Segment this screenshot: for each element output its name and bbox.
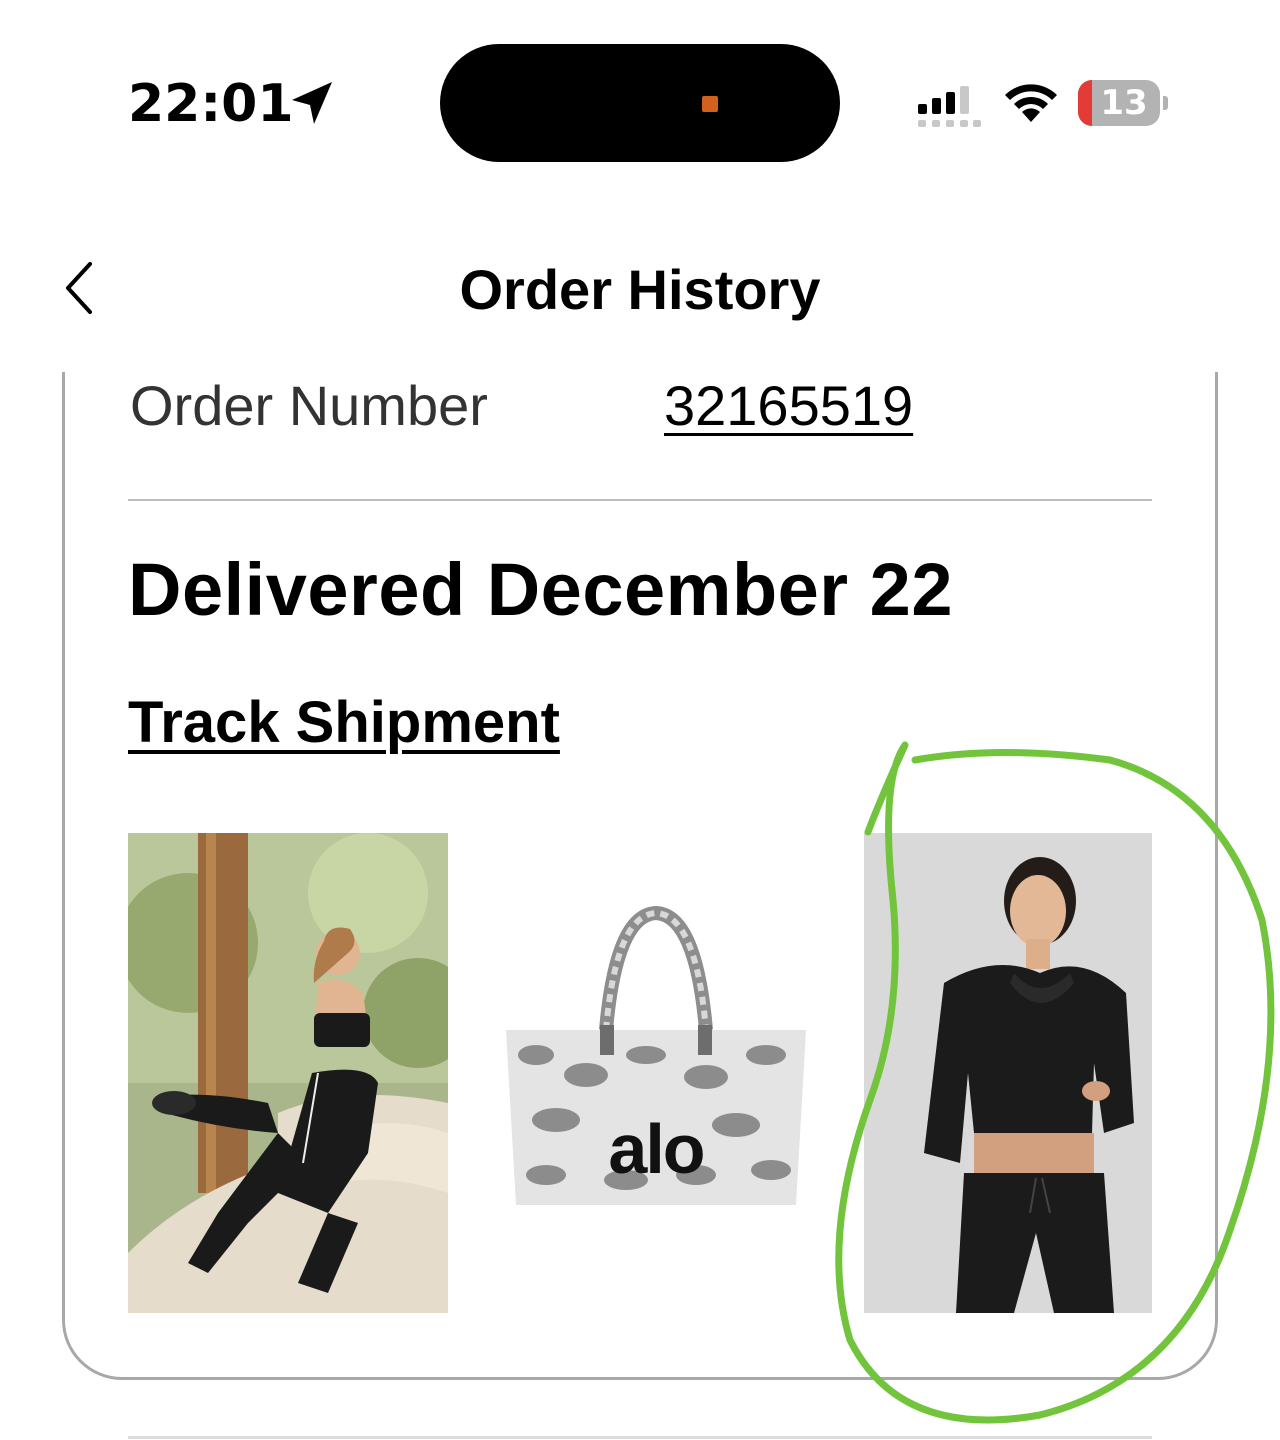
product-image-leggings-bra[interactable] [128,833,448,1313]
product-photo [128,833,448,1313]
cellular-signal-icon [918,86,981,127]
delivery-status: Delivered December 22 [128,548,953,631]
screen: 22:01 13 Order History Order Number 3216… [0,0,1280,1440]
battery-body: 13 [1078,80,1160,126]
battery-icon: 13 [1078,80,1170,128]
track-shipment-link[interactable]: Track Shipment [128,690,560,756]
status-time: 22:01 [128,74,294,134]
divider [128,499,1152,501]
location-arrow-icon [292,82,332,124]
page-title: Order History [459,258,821,321]
product-image-tote-bag[interactable]: alo [496,905,816,1215]
wifi-icon [1005,84,1057,122]
dynamic-island [440,44,840,162]
battery-tip [1163,96,1168,110]
order-number-link[interactable]: 32165519 [664,374,913,438]
bottom-divider [128,1436,1152,1439]
order-number-label: Order Number [130,374,488,437]
tote-logo: alo [608,1110,705,1188]
recording-indicator [702,96,718,112]
battery-percentage: 13 [1100,83,1148,123]
product-photo [864,833,1152,1313]
product-image-cropped-hoodie[interactable] [864,833,1152,1313]
